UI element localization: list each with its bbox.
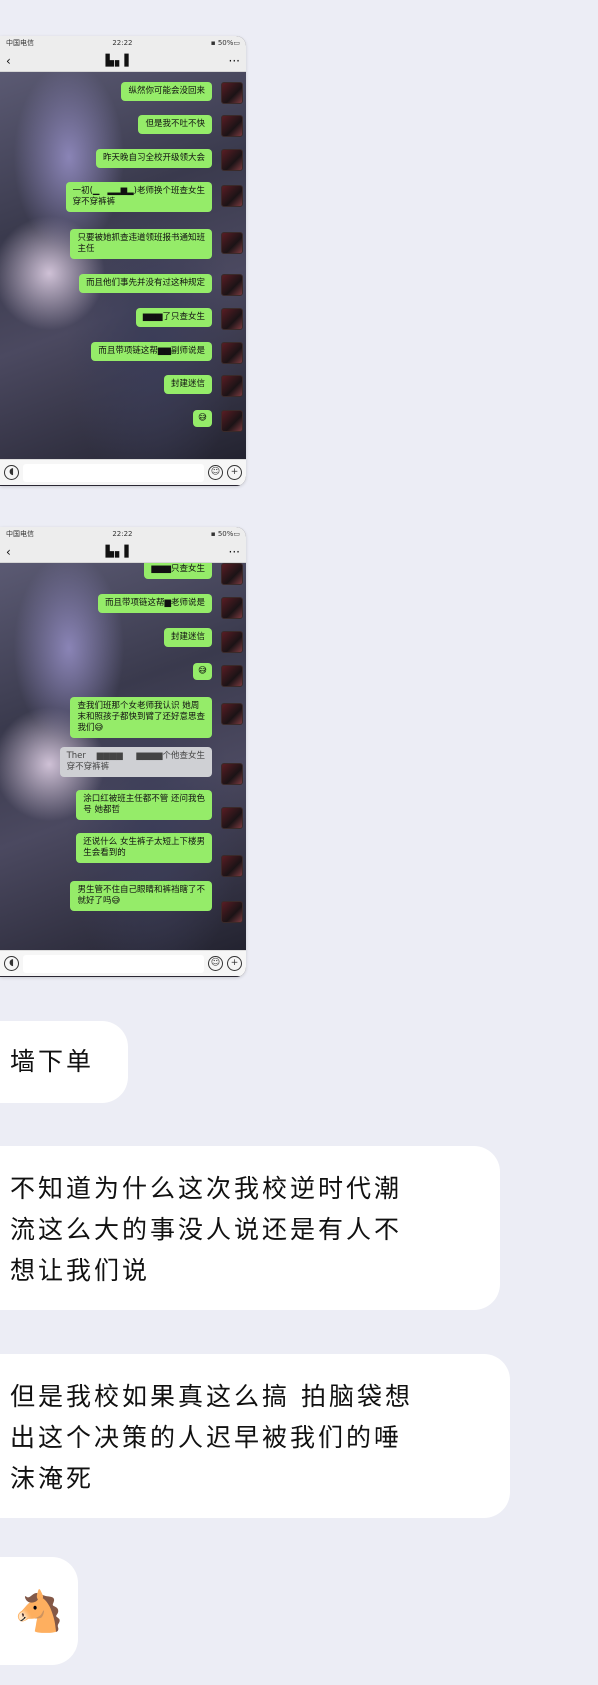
message-bubble[interactable]: 纵然你可能会没回来 (121, 82, 212, 101)
avatar[interactable] (221, 232, 243, 254)
message-input[interactable] (23, 954, 204, 973)
avatar-column (219, 72, 243, 459)
status-time: 22:22 (112, 530, 133, 538)
avatar[interactable] (221, 855, 243, 877)
chat-area[interactable]: ▆▆▆只查女生 而且带项链这帮▆老师说是 封建迷信 😅 查我们班那个女老师我认识… (0, 563, 246, 950)
emoji-icon[interactable]: ☺ (208, 956, 223, 971)
avatar[interactable] (221, 82, 243, 104)
status-bar: 中国电信 22:22 ▪ 50%▭ (0, 36, 246, 50)
more-icon[interactable]: ··· (229, 545, 240, 559)
message-bubble[interactable]: 而且他们事先并没有过这种规定 (78, 274, 212, 293)
message-bubble[interactable]: 😅 (193, 410, 212, 427)
message-bubble[interactable]: ▆▆▆了只查女生 (135, 308, 212, 327)
input-bar: ◖ ☺ + (0, 459, 246, 485)
chat-title: ▙▖▌ (105, 545, 134, 558)
avatar[interactable] (221, 665, 243, 687)
message-bubble[interactable]: 昨天晚自习全校开级领大会 (95, 149, 212, 168)
voice-icon[interactable]: ◖ (4, 956, 19, 971)
avatar[interactable] (221, 631, 243, 653)
avatar[interactable] (221, 410, 243, 432)
message-bubble[interactable]: 但是我不吐不快 (138, 115, 212, 134)
message-bubble[interactable]: 只要被她抓查违道领班报书通知班 主任 (70, 229, 212, 259)
chat-screenshot-1: 中国电信 22:22 ▪ 50%▭ ‹ ▙▖▌ ··· 纵然你可能会没回来 但是… (0, 36, 246, 486)
plus-icon[interactable]: + (227, 465, 242, 480)
post-bubble: 不知道为什么这次我校逆时代潮 流这么大的事没人说还是有人不 想让我们说 (0, 1146, 500, 1310)
battery-label: ▪ 50%▭ (210, 39, 240, 47)
avatar[interactable] (221, 274, 243, 296)
battery-label: ▪ 50%▭ (210, 530, 240, 538)
message-bubble-recalled[interactable]: Ther ▆▆▆▆ ▆▆▆▆个他查女生 穿不穿裤裤 (59, 747, 212, 777)
emoji-icon[interactable]: ☺ (208, 465, 223, 480)
avatar-column (219, 563, 243, 950)
chevron-left-icon[interactable]: ‹ (6, 54, 11, 68)
post-bubble: 但是我校如果真这么搞 拍脑袋想 出这个决策的人迟早被我们的唾 沫淹死 (0, 1354, 510, 1518)
chat-header: ‹ ▙▖▌ ··· (0, 50, 246, 72)
avatar[interactable] (221, 149, 243, 171)
avatar[interactable] (221, 901, 243, 923)
avatar[interactable] (221, 308, 243, 330)
avatar[interactable] (221, 597, 243, 619)
carrier-label: 中国电信 (6, 39, 34, 47)
chat-screenshot-2: 中国电信 22:22 ▪ 50%▭ ‹ ▙▖▌ ··· ▆▆▆只查女生 而且带项… (0, 527, 246, 977)
voice-icon[interactable]: ◖ (4, 465, 19, 480)
status-time: 22:22 (112, 39, 133, 47)
chevron-left-icon[interactable]: ‹ (6, 545, 11, 559)
message-bubble[interactable]: 而且带项链这帮▆老师说是 (97, 594, 212, 613)
plus-icon[interactable]: + (227, 956, 242, 971)
message-bubble[interactable]: 😅 (193, 663, 212, 680)
avatar[interactable] (221, 375, 243, 397)
input-bar: ◖ ☺ + (0, 950, 246, 976)
chat-area[interactable]: 纵然你可能会没回来 但是我不吐不快 昨天晚自习全校开级领大会 一初(▁ ▂▂▆▂… (0, 72, 246, 459)
message-bubble[interactable]: 还说什么 女生裤子太短上下楼男 生会看到的 (76, 833, 212, 863)
message-input[interactable] (23, 463, 204, 482)
avatar[interactable] (221, 115, 243, 137)
message-bubble[interactable]: 而且带项链这帮▆▆副师说是 (91, 342, 212, 361)
chat-title: ▙▖▌ (105, 54, 134, 67)
post-bubble-title: 墙下单 (0, 1021, 128, 1103)
status-bar: 中国电信 22:22 ▪ 50%▭ (0, 527, 246, 541)
message-bubble[interactable]: 一初(▁ ▂▂▆▂)老师换个班查女生 穿不穿裤裤 (65, 182, 212, 212)
avatar[interactable] (221, 763, 243, 785)
message-bubble[interactable]: ▆▆▆只查女生 (144, 563, 212, 579)
message-bubble[interactable]: 封建迷信 (163, 375, 212, 394)
horse-emoji-bubble: 🐴 (0, 1557, 78, 1665)
avatar[interactable] (221, 185, 243, 207)
avatar[interactable] (221, 342, 243, 364)
more-icon[interactable]: ··· (229, 54, 240, 68)
carrier-label: 中国电信 (6, 530, 34, 538)
message-bubble[interactable]: 男生管不住自己眼睛和裤裆瞎了不 就好了吗😅 (70, 881, 212, 911)
avatar[interactable] (221, 563, 243, 585)
avatar[interactable] (221, 807, 243, 829)
chat-header: ‹ ▙▖▌ ··· (0, 541, 246, 563)
message-bubble[interactable]: 涂口红被班主任都不管 还问我色 号 她都哲 (76, 790, 212, 820)
avatar[interactable] (221, 703, 243, 725)
message-bubble[interactable]: 查我们班那个女老师我认识 她周 末和照孩子都快到臂了还好意思查 我们😅 (70, 697, 212, 738)
message-bubble[interactable]: 封建迷信 (163, 628, 212, 647)
